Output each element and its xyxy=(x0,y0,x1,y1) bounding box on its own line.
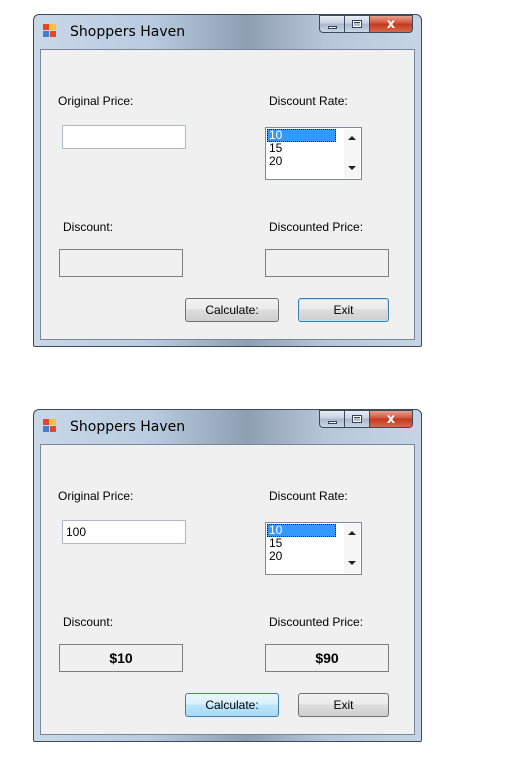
discounted-price-output: $90 xyxy=(265,644,389,672)
calculate-button[interactable]: Calculate: xyxy=(185,693,279,717)
discounted-price-label: Discounted Price: xyxy=(269,615,364,629)
scroll-down-icon[interactable] xyxy=(348,166,356,170)
scroll-up-icon[interactable] xyxy=(348,136,356,140)
calculate-button[interactable]: Calculate: xyxy=(185,298,279,322)
shoppers-haven-window-2: Shoppers Haven x Original Price: 100 Dis… xyxy=(33,409,422,742)
shoppers-haven-window-1: Shoppers Haven x Original Price: Discoun… xyxy=(33,14,422,347)
maximize-button[interactable] xyxy=(345,15,370,33)
original-price-label: Original Price: xyxy=(58,94,134,108)
discount-rate-option[interactable]: 20 xyxy=(267,550,336,563)
discount-rate-label: Discount Rate: xyxy=(269,94,348,108)
exit-button[interactable]: Exit xyxy=(298,693,389,717)
close-button[interactable]: x xyxy=(370,15,413,33)
window-title: Shoppers Haven xyxy=(70,24,186,40)
listbox-scrollbar[interactable] xyxy=(344,524,360,573)
discount-rate-listbox[interactable]: 10 15 20 xyxy=(265,522,362,575)
discount-rate-listbox[interactable]: 10 15 20 xyxy=(265,127,362,180)
discounted-price-label: Discounted Price: xyxy=(269,220,364,234)
minimize-button[interactable] xyxy=(319,15,345,33)
discount-output xyxy=(59,249,183,277)
minimize-button[interactable] xyxy=(319,410,345,428)
exit-button[interactable]: Exit xyxy=(298,298,389,322)
discount-label: Discount: xyxy=(63,220,114,234)
window-title: Shoppers Haven xyxy=(70,419,186,435)
discounted-price-output xyxy=(265,249,389,277)
caption-buttons: x xyxy=(319,15,413,35)
original-price-input[interactable] xyxy=(62,125,186,149)
original-price-label: Original Price: xyxy=(58,489,134,503)
title-bar[interactable]: Shoppers Haven x xyxy=(34,15,421,51)
scroll-down-icon[interactable] xyxy=(348,561,356,565)
app-icon[interactable] xyxy=(43,419,57,433)
original-price-input[interactable]: 100 xyxy=(62,520,186,544)
close-icon: x xyxy=(386,17,396,32)
app-icon[interactable] xyxy=(43,24,57,38)
caption-buttons: x xyxy=(319,410,413,430)
discount-rate-option[interactable]: 20 xyxy=(267,155,336,168)
title-bar[interactable]: Shoppers Haven x xyxy=(34,410,421,446)
form-client-area: Original Price: Discount Rate: 10 15 20 … xyxy=(40,49,415,340)
discount-output: $10 xyxy=(59,644,183,672)
close-button[interactable]: x xyxy=(370,410,413,428)
discount-rate-label: Discount Rate: xyxy=(269,489,348,503)
discount-label: Discount: xyxy=(63,615,114,629)
listbox-scrollbar[interactable] xyxy=(344,129,360,178)
scroll-up-icon[interactable] xyxy=(348,531,356,535)
maximize-button[interactable] xyxy=(345,410,370,428)
close-icon: x xyxy=(386,412,396,427)
form-client-area: Original Price: 100 Discount Rate: 10 15… xyxy=(40,444,415,735)
